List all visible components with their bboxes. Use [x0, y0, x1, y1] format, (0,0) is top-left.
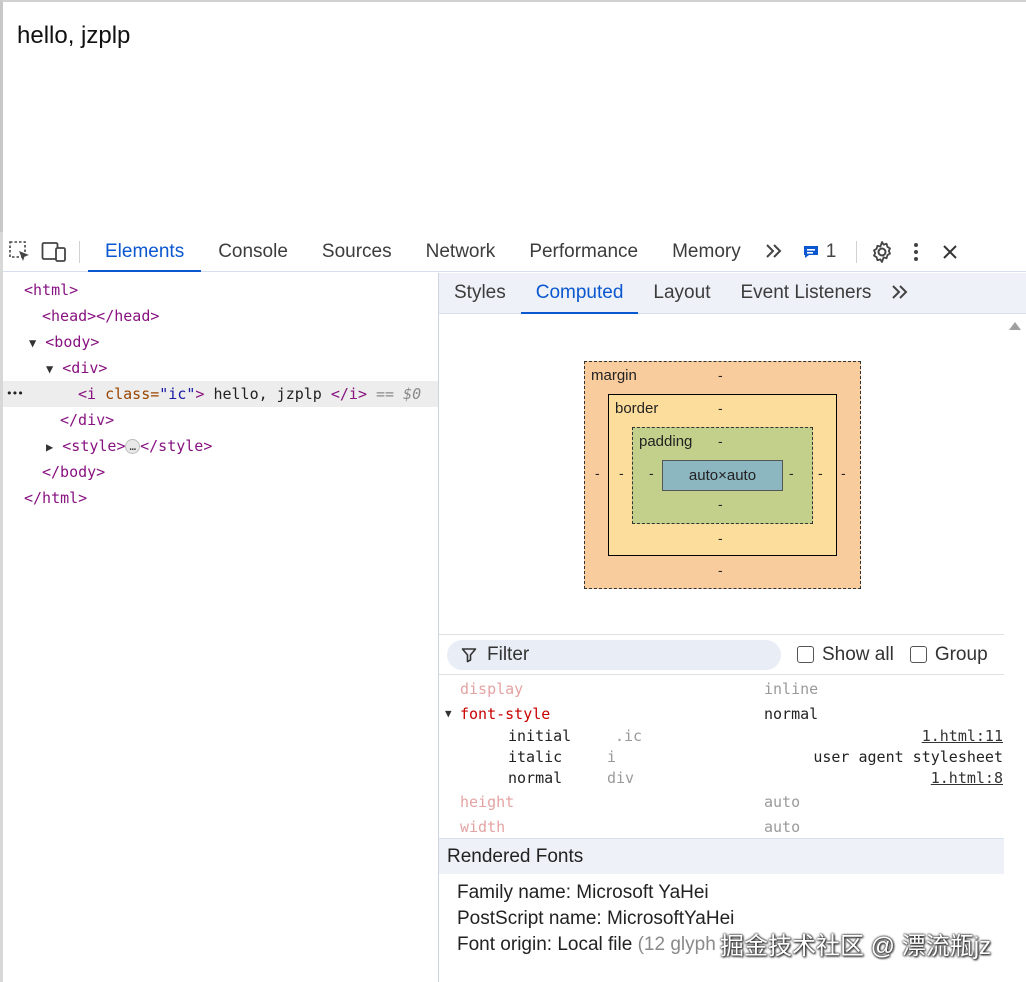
tab-console[interactable]: Console — [201, 232, 305, 272]
computed-property-name[interactable]: display — [460, 678, 523, 700]
issues-button[interactable]: 1 — [790, 241, 849, 263]
dom-node-head[interactable]: <head></head> — [42, 303, 159, 329]
gear-icon[interactable] — [865, 233, 899, 271]
toolbar-divider — [79, 240, 80, 263]
padding-right-value: - — [789, 465, 794, 481]
filter-icon — [461, 647, 477, 662]
dom-node-html[interactable]: <html> — [24, 277, 78, 303]
computed-property-value: inline — [764, 680, 819, 698]
computed-property-name[interactable]: width — [460, 816, 505, 838]
ellipsis-badge[interactable]: … — [125, 439, 141, 454]
font-origin: Font origin: Local file (12 glyph — [457, 934, 716, 955]
filter-input[interactable]: Filter — [447, 639, 781, 670]
kebab-icon[interactable] — [899, 233, 933, 271]
issues-count: 1 — [825, 240, 837, 262]
box-model-border[interactable]: border - - - - padding - - - - auto×auto — [608, 394, 837, 556]
expand-triangle-icon[interactable]: ▼ — [29, 336, 36, 350]
trace-value: normal — [508, 769, 563, 787]
computed-properties-list: display inline ▼ font-style normal initi… — [439, 676, 1004, 838]
page-viewport: hello, jzplp — [0, 0, 1026, 232]
font-postscript-name: PostScript name: MicrosoftYaHei — [457, 908, 735, 929]
border-top-value: - — [718, 400, 723, 416]
trace-value: italic — [508, 748, 563, 766]
border-left-value: - — [619, 465, 624, 481]
margin-bottom-value: - — [718, 562, 723, 578]
box-model-diagram: margin - - - - border - - - - padding - … — [439, 314, 1004, 634]
dom-node-i-selected[interactable]: ••• <i class="ic"> hello, jzplp </i> == $… — [3, 381, 438, 407]
row-dots-icon[interactable]: ••• — [6, 381, 24, 407]
trace-selector: .ic — [615, 727, 643, 745]
padding-left-value: - — [649, 465, 654, 481]
tab-network[interactable]: Network — [409, 232, 513, 272]
box-model-margin[interactable]: margin - - - - border - - - - padding - … — [584, 361, 861, 589]
inspect-icon[interactable] — [3, 233, 37, 271]
trace-selector: i — [607, 748, 617, 766]
margin-right-value: - — [841, 465, 846, 481]
rendered-fonts-header[interactable]: Rendered Fonts — [439, 838, 1004, 874]
group-checkbox[interactable]: Group — [909, 643, 988, 666]
padding-bottom-value: - — [718, 496, 723, 512]
tab-computed[interactable]: Computed — [520, 273, 639, 314]
trace-source: user agent stylesheet — [813, 748, 1003, 766]
dom-node-html-close[interactable]: </html> — [24, 485, 87, 511]
dom-node-div[interactable]: ▼ <div> — [46, 355, 107, 381]
chevron-double-icon[interactable] — [758, 239, 790, 265]
trace-value: initial — [508, 727, 572, 745]
show-all-label: Show all — [822, 643, 894, 665]
filter-placeholder: Filter — [487, 643, 530, 665]
border-right-value: - — [818, 465, 823, 481]
page-text: hello, jzplp — [17, 22, 131, 49]
computed-property-name[interactable]: height — [460, 791, 514, 813]
collapse-triangle-icon[interactable]: ▶ — [46, 440, 53, 454]
dom-node-body-close[interactable]: </body> — [42, 459, 105, 485]
margin-top-value: - — [718, 367, 723, 383]
group-label: Group — [934, 643, 988, 665]
trace-selector: div — [607, 769, 635, 787]
devtools-toolbar: Elements Console Sources Network Perform… — [3, 232, 1026, 272]
box-model-content[interactable]: auto×auto — [662, 460, 783, 491]
expand-triangle-icon[interactable]: ▼ — [445, 703, 452, 725]
chevron-double-icon[interactable] — [886, 280, 916, 306]
margin-left-value: - — [595, 465, 600, 481]
expand-triangle-icon[interactable]: ▼ — [46, 362, 53, 376]
tab-memory[interactable]: Memory — [655, 232, 758, 272]
tab-sources[interactable]: Sources — [305, 232, 409, 272]
tab-layout[interactable]: Layout — [638, 273, 725, 314]
border-bottom-value: - — [718, 530, 723, 546]
dom-tree: <html> <head></head> ▼ <body> ▼ <div> ••… — [3, 273, 438, 982]
computed-property-name[interactable]: font-style — [460, 703, 550, 725]
padding-top-value: - — [718, 433, 723, 449]
tab-elements[interactable]: Elements — [88, 232, 202, 272]
device-toolbar-icon[interactable] — [37, 233, 71, 271]
watermark: 掘金技术社区 @ 漂流瓶jz — [720, 933, 992, 960]
scrollbar[interactable] — [1004, 314, 1026, 982]
border-label: border — [615, 400, 659, 417]
font-family-name: Family name: Microsoft YaHei — [457, 882, 709, 903]
toolbar-divider-2 — [856, 240, 858, 263]
tab-performance[interactable]: Performance — [512, 232, 655, 272]
computed-filter-bar: Filter Show all Group — [439, 634, 1004, 675]
box-model-padding[interactable]: padding - - - - auto×auto — [632, 427, 813, 524]
close-icon[interactable] — [933, 233, 967, 271]
tab-event-listeners[interactable]: Event Listeners — [725, 273, 886, 314]
computed-property-value: normal — [764, 705, 819, 723]
dom-node-div-close[interactable]: </div> — [60, 407, 114, 433]
show-all-checkbox[interactable]: Show all — [797, 644, 894, 666]
tab-styles[interactable]: Styles — [439, 273, 521, 314]
issues-icon — [803, 245, 818, 258]
trace-source-link[interactable]: 1.html:8 — [931, 767, 1003, 789]
trace-source-link[interactable]: 1.html:11 — [922, 725, 1003, 747]
dom-node-body[interactable]: ▼ <body> — [29, 329, 99, 355]
scroll-up-arrow-icon[interactable] — [1009, 322, 1021, 330]
checkbox-box[interactable] — [909, 646, 927, 663]
dom-node-style[interactable]: ▶ <style>… </style> — [46, 433, 212, 459]
margin-label: margin — [591, 367, 637, 384]
sidebar-tabs: Styles Computed Layout Event Listeners — [439, 273, 1026, 314]
padding-label: padding — [639, 433, 693, 450]
computed-property-value: auto — [764, 818, 801, 836]
computed-property-value: auto — [764, 793, 801, 811]
checkbox-box[interactable] — [797, 646, 814, 663]
